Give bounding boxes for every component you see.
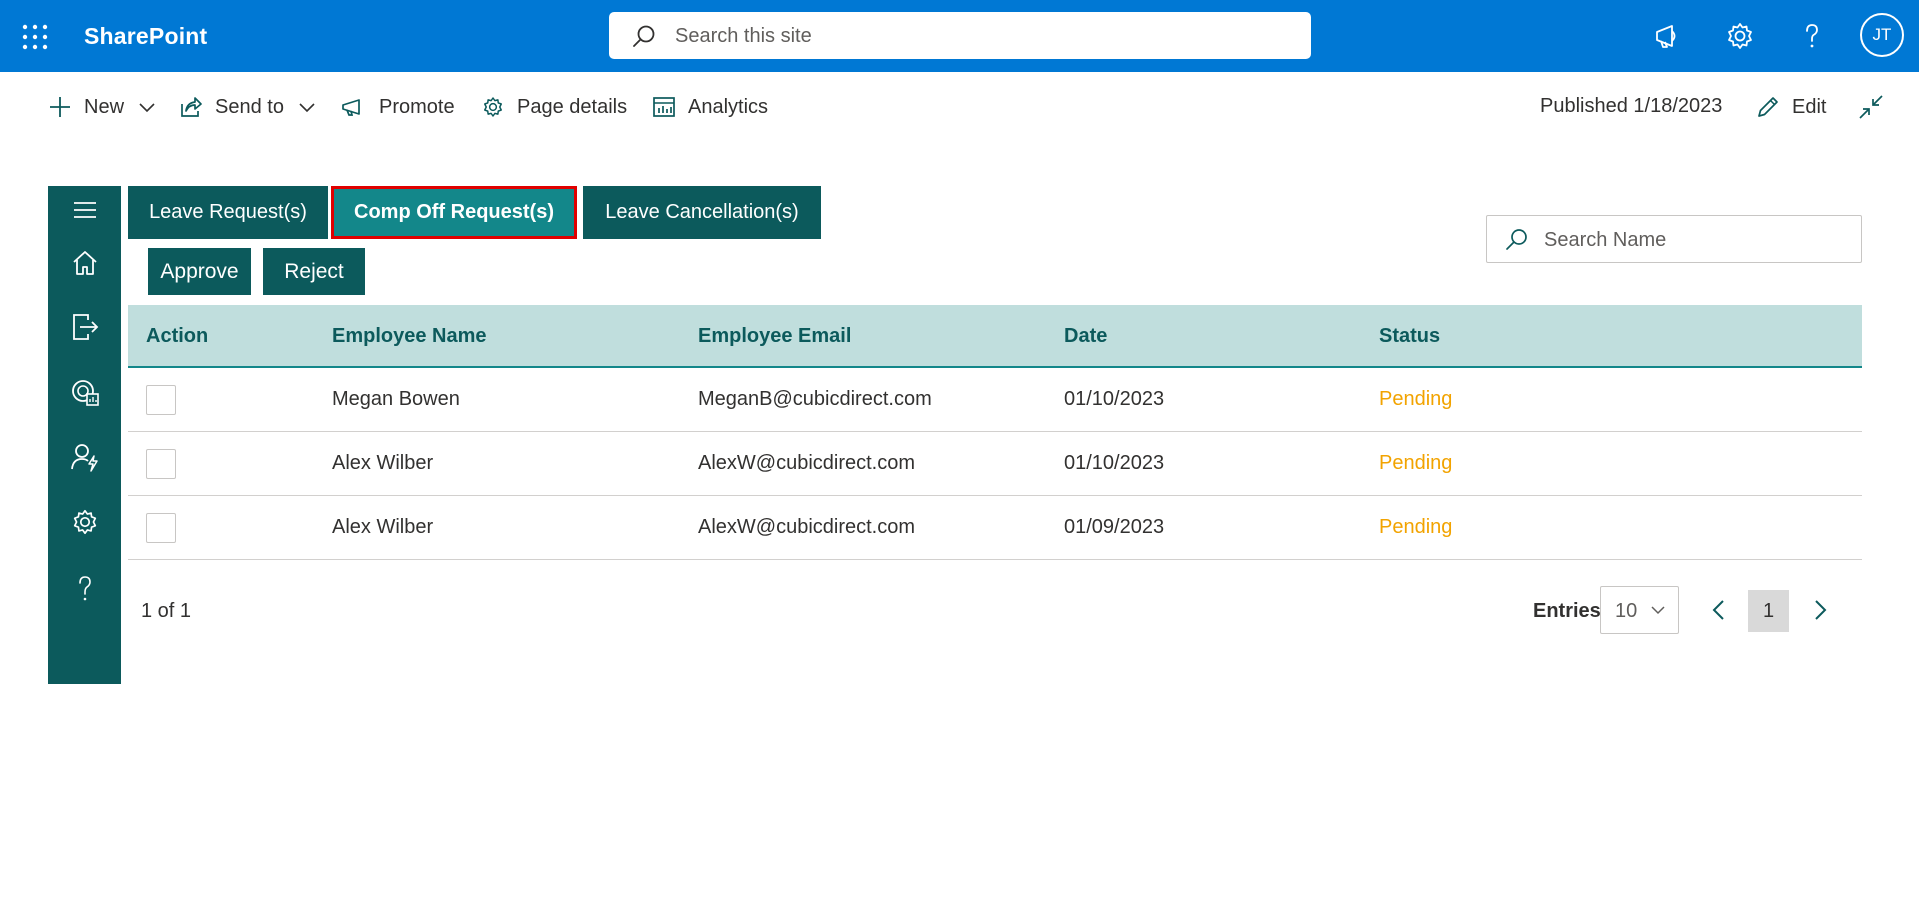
- promote-button[interactable]: Promote: [341, 92, 455, 122]
- table-row: Alex Wilber AlexW@cubicdirect.com 01/10/…: [128, 432, 1862, 496]
- next-page-button[interactable]: [1806, 596, 1834, 624]
- help-icon[interactable]: [1796, 20, 1828, 52]
- entries-label: Entries: [1533, 600, 1601, 622]
- send-to-label: Send to: [215, 95, 284, 118]
- suite-bar: SharePoint JT: [0, 0, 1919, 72]
- megaphone-icon[interactable]: [1652, 20, 1684, 52]
- page-details-button[interactable]: Page details: [481, 92, 627, 122]
- settings-gear-icon[interactable]: [1724, 20, 1756, 52]
- help-icon[interactable]: [70, 573, 100, 603]
- page-details-label: Page details: [517, 95, 628, 118]
- sign-out-icon[interactable]: [70, 312, 100, 342]
- site-search-input[interactable]: [673, 20, 1277, 52]
- tab-comp-off-requests[interactable]: Comp Off Request(s): [331, 186, 577, 239]
- analytics-button[interactable]: Analytics: [652, 92, 768, 122]
- sharepoint-brand[interactable]: SharePoint: [84, 23, 207, 50]
- leave-icon[interactable]: [70, 377, 100, 407]
- request-date: 01/09/2023: [1064, 516, 1165, 538]
- gear-icon: [484, 97, 502, 117]
- hamburger-icon[interactable]: [70, 195, 100, 225]
- approve-button[interactable]: Approve: [148, 248, 251, 295]
- employee-email: AlexW@cubicdirect.com: [698, 452, 916, 474]
- table-header: Action Employee Name Employee Email Date…: [128, 305, 1862, 368]
- status-badge: Pending: [1379, 388, 1453, 410]
- status-badge: Pending: [1379, 516, 1453, 538]
- promote-label: Promote: [379, 95, 455, 118]
- edit-button[interactable]: Edit: [1756, 92, 1826, 122]
- page-number-current[interactable]: 1: [1748, 590, 1789, 632]
- column-header-employee-name[interactable]: Employee Name: [332, 325, 487, 348]
- comp-off-table: Action Employee Name Employee Email Date…: [128, 305, 1862, 560]
- app-launcher-icon[interactable]: [22, 24, 48, 50]
- home-icon[interactable]: [70, 248, 100, 278]
- column-header-action: Action: [146, 325, 209, 347]
- entries-value: 10: [1615, 600, 1638, 622]
- page-info: 1 of 1: [141, 600, 192, 622]
- chevron-down-icon: [1651, 606, 1665, 615]
- employee-name: Megan Bowen: [332, 388, 460, 410]
- search-icon: [633, 25, 655, 47]
- reject-button[interactable]: Reject: [263, 248, 365, 295]
- pencil-icon: [1758, 97, 1778, 117]
- left-rail: [48, 186, 121, 684]
- new-button[interactable]: New: [48, 92, 156, 122]
- user-approve-icon[interactable]: [70, 442, 100, 472]
- chevron-down-icon: [299, 103, 315, 113]
- column-header-date[interactable]: Date: [1064, 325, 1107, 348]
- employee-name: Alex Wilber: [332, 452, 434, 474]
- search-icon: [1506, 229, 1527, 250]
- column-header-status[interactable]: Status: [1379, 325, 1440, 348]
- chevron-down-icon: [139, 103, 155, 113]
- prev-page-button[interactable]: [1705, 596, 1733, 624]
- plus-icon: [50, 97, 70, 117]
- row-checkbox[interactable]: [146, 385, 176, 415]
- employee-name: Alex Wilber: [332, 516, 434, 538]
- entries-select[interactable]: 10: [1600, 586, 1679, 634]
- analytics-label: Analytics: [688, 95, 769, 118]
- edit-label: Edit: [1792, 95, 1827, 118]
- row-checkbox[interactable]: [146, 513, 176, 543]
- share-icon: [181, 97, 202, 117]
- published-status: Published 1/18/2023: [1540, 95, 1723, 117]
- employee-email: AlexW@cubicdirect.com: [698, 516, 916, 538]
- site-search-box[interactable]: [609, 12, 1311, 59]
- megaphone-icon: [342, 99, 360, 116]
- tab-leave-cancellations[interactable]: Leave Cancellation(s): [583, 186, 821, 239]
- analytics-icon: [653, 97, 675, 117]
- request-date: 01/10/2023: [1064, 452, 1165, 474]
- name-search-input[interactable]: [1542, 225, 1846, 255]
- new-label: New: [84, 95, 125, 118]
- table-row: Megan Bowen MeganB@cubicdirect.com 01/10…: [128, 368, 1862, 432]
- column-header-employee-email[interactable]: Employee Email: [698, 325, 851, 348]
- gear-icon[interactable]: [70, 507, 100, 537]
- status-badge: Pending: [1379, 452, 1453, 474]
- send-to-button[interactable]: Send to: [179, 92, 316, 122]
- command-bar: New Send to Promote Page details Analyti…: [0, 72, 1919, 140]
- name-search-box[interactable]: [1486, 215, 1862, 263]
- tab-leave-requests[interactable]: Leave Request(s): [128, 186, 328, 239]
- table-row: Alex Wilber AlexW@cubicdirect.com 01/09/…: [128, 496, 1862, 560]
- collapse-icon[interactable]: [1858, 94, 1884, 120]
- employee-email: MeganB@cubicdirect.com: [698, 388, 932, 410]
- request-date: 01/10/2023: [1064, 388, 1165, 410]
- row-checkbox[interactable]: [146, 449, 176, 479]
- user-avatar[interactable]: JT: [1860, 13, 1904, 57]
